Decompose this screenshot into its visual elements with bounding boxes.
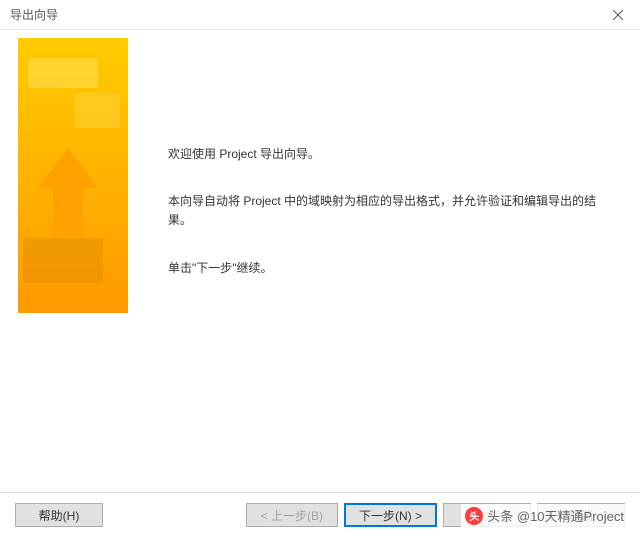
instruction-line: 单击"下一步"继续。 [168,259,610,278]
content-area: 欢迎使用 Project 导出向导。 本向导自动将 Project 中的域映射为… [0,30,640,492]
wizard-banner-image [18,38,128,313]
next-button[interactable]: 下一步(N) > [344,503,437,527]
window-title: 导出向导 [10,6,58,23]
close-button[interactable] [595,0,640,30]
help-button[interactable]: 帮助(H) [15,503,103,527]
finish-button: 完成(F) [443,503,531,527]
cancel-button[interactable]: 取消 [537,503,625,527]
title-bar: 导出向导 [0,0,640,30]
wizard-text: 欢迎使用 Project 导出向导。 本向导自动将 Project 中的域映射为… [128,30,640,492]
close-icon [613,10,623,20]
back-button: < 上一步(B) [246,503,338,527]
description-line: 本向导自动将 Project 中的域映射为相应的导出格式，并允许验证和编辑导出的… [168,192,610,230]
welcome-line: 欢迎使用 Project 导出向导。 [168,145,610,164]
button-bar: 帮助(H) < 上一步(B) 下一步(N) > 完成(F) 取消 [0,492,640,537]
